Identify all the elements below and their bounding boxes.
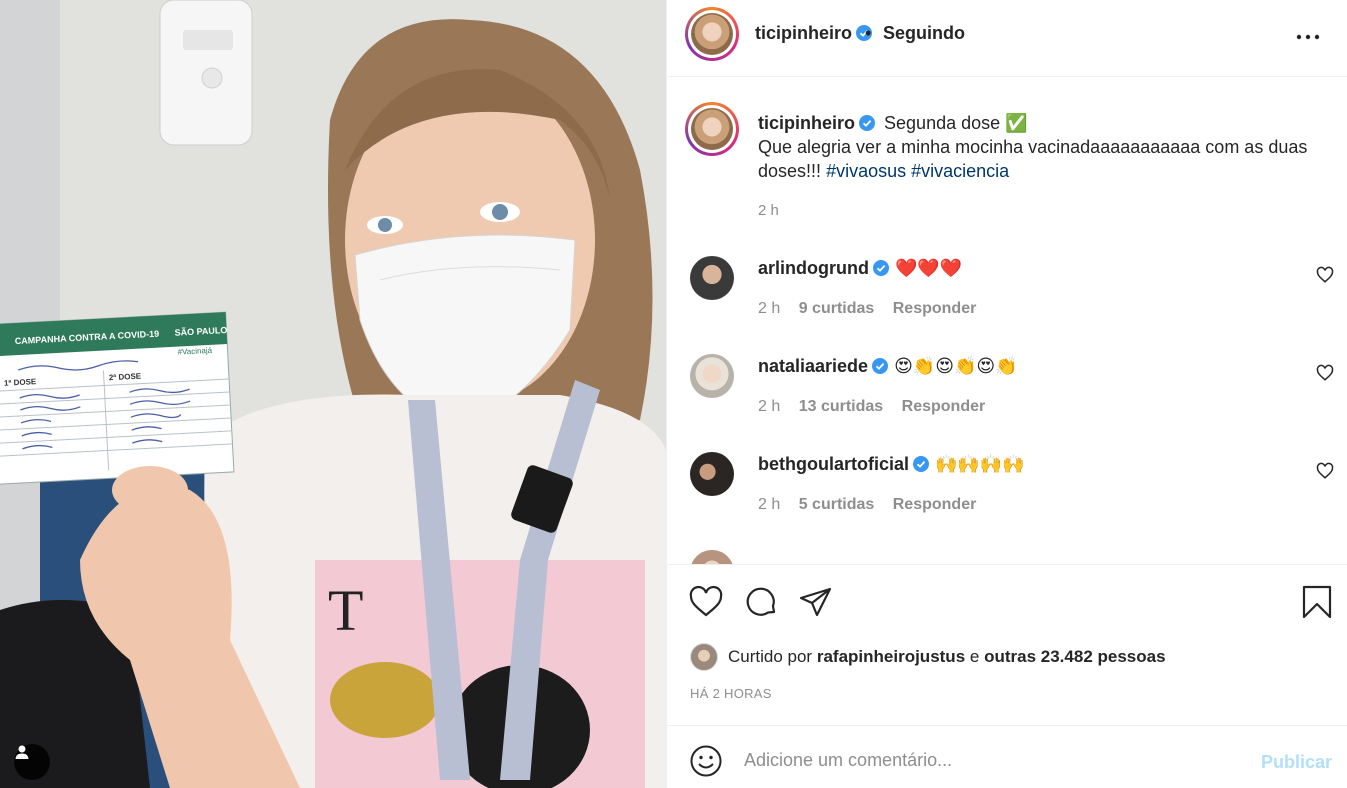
card-hashtag: #Vacinajá: [177, 346, 213, 357]
caption-text: ticipinheiro Segunda dose ✅ Que alegria …: [758, 111, 1338, 183]
more-options-icon[interactable]: [1293, 22, 1323, 52]
comment-line: nataliaariede 😍👏😍👏😍👏: [758, 356, 1018, 377]
commenter-avatar[interactable]: [690, 354, 734, 398]
instagram-post-view: T CAMPANHA CONTRA A COVID-19 SÃO PAULO #…: [0, 0, 1347, 788]
add-comment-bar: Publicar: [667, 725, 1347, 788]
liked-by-row: Curtido por rafapinheirojustus e outras …: [690, 643, 1166, 671]
like-heart-icon[interactable]: [688, 584, 724, 620]
caption-title: Segunda dose ✅: [884, 113, 1028, 133]
photo-illustration: T CAMPANHA CONTRA A COVID-19 SÃO PAULO #…: [0, 0, 666, 788]
comment-heart-icon[interactable]: [1316, 266, 1334, 284]
liked-by-user[interactable]: rafapinheirojustus: [817, 647, 965, 667]
card-dose-1: 1ª DOSE: [4, 377, 37, 388]
liked-by-prefix: Curtido por: [728, 647, 813, 666]
caption-time[interactable]: 2 h: [758, 202, 779, 219]
post-header: ticipinheiro • Seguindo: [667, 0, 1347, 77]
comment-time[interactable]: 2 h: [758, 300, 780, 317]
following-button[interactable]: Seguindo: [883, 23, 965, 44]
comment-likes[interactable]: 9 curtidas: [799, 300, 875, 317]
comment-text: 🙌🙌🙌🙌: [935, 454, 1025, 474]
comment-bubble-icon[interactable]: [743, 584, 779, 620]
liker-avatar[interactable]: [690, 643, 718, 671]
comment-item: nataliaariede 😍👏😍👏😍👏 2 h 13 curtidas Resp…: [667, 354, 1347, 444]
comment-item: bethgoulartoficial 🙌🙌🙌🙌 2 h 5 curtidas Re…: [667, 452, 1347, 542]
verified-badge-icon: [872, 358, 889, 374]
hashtag-vivaosus[interactable]: #vivaosus: [826, 161, 906, 181]
comment-heart-icon[interactable]: [1316, 364, 1334, 382]
commenter-username[interactable]: bethgoulartoficial: [758, 454, 909, 474]
comment-likes[interactable]: 5 curtidas: [799, 496, 875, 513]
publish-button[interactable]: Publicar: [1261, 752, 1332, 773]
caption-avatar[interactable]: [685, 102, 739, 156]
share-send-icon[interactable]: [798, 584, 834, 620]
comment-meta: 2 h 13 curtidas Responder: [758, 398, 999, 416]
commenter-avatar[interactable]: [690, 452, 734, 496]
emoji-icon[interactable]: [689, 744, 723, 778]
commenter-username[interactable]: arlindogrund: [758, 258, 869, 278]
liked-by-others[interactable]: outras 23.482 pessoas: [984, 647, 1165, 667]
reply-button[interactable]: Responder: [893, 300, 977, 317]
commenter-username[interactable]: nataliaariede: [758, 356, 868, 376]
save-bookmark-icon[interactable]: [1299, 584, 1335, 620]
verified-badge-icon: [859, 115, 876, 131]
comment-text: ❤️❤️❤️: [895, 258, 963, 278]
comments-scroll-area[interactable]: ticipinheiro Segunda dose ✅ Que alegria …: [667, 78, 1347, 565]
user-icon: [15, 745, 29, 759]
commenter-avatar[interactable]: [690, 550, 734, 564]
tagged-users-button[interactable]: [14, 744, 50, 780]
comment-time[interactable]: 2 h: [758, 398, 780, 415]
post-side-panel: ticipinheiro • Seguindo ticipinheiro Seg…: [666, 0, 1347, 788]
separator-dot: •: [865, 23, 872, 43]
reply-button[interactable]: Responder: [893, 496, 977, 513]
comment-line: bethgoulartoficial 🙌🙌🙌🙌: [758, 454, 1025, 475]
comment-meta: 2 h 9 curtidas Responder: [758, 300, 990, 318]
author-username-link[interactable]: ticipinheiro: [755, 23, 873, 44]
comment-likes[interactable]: 13 curtidas: [799, 398, 883, 415]
author-username[interactable]: ticipinheiro: [755, 23, 852, 43]
comment-item-clipped: [667, 550, 1347, 564]
comment-item: arlindogrund ❤️❤️❤️ 2 h 9 curtidas Respon…: [667, 256, 1347, 346]
shirt-letter: T: [328, 578, 363, 643]
post-time-ago[interactable]: HÁ 2 HORAS: [690, 686, 772, 701]
post-actions: Curtido por rafapinheirojustus e outras …: [667, 566, 1347, 726]
caption-username[interactable]: ticipinheiro: [758, 113, 855, 133]
comment-time[interactable]: 2 h: [758, 496, 780, 513]
hashtag-vivaciencia[interactable]: #vivaciencia: [911, 161, 1009, 181]
comment-text: 😍👏😍👏😍👏: [894, 356, 1018, 376]
comment-line: arlindogrund ❤️❤️❤️: [758, 258, 962, 279]
reply-button[interactable]: Responder: [902, 398, 986, 415]
post-photo[interactable]: T CAMPANHA CONTRA A COVID-19 SÃO PAULO #…: [0, 0, 666, 788]
author-avatar[interactable]: [685, 7, 739, 61]
comment-input[interactable]: [744, 742, 1244, 778]
verified-badge-icon: [913, 456, 930, 472]
comment-heart-icon[interactable]: [1316, 462, 1334, 480]
card-dose-2: 2ª DOSE: [109, 372, 142, 383]
liked-by-connector: e: [969, 647, 980, 666]
comment-meta: 2 h 5 curtidas Responder: [758, 496, 990, 514]
verified-badge-icon: [873, 260, 889, 276]
commenter-avatar[interactable]: [690, 256, 734, 300]
